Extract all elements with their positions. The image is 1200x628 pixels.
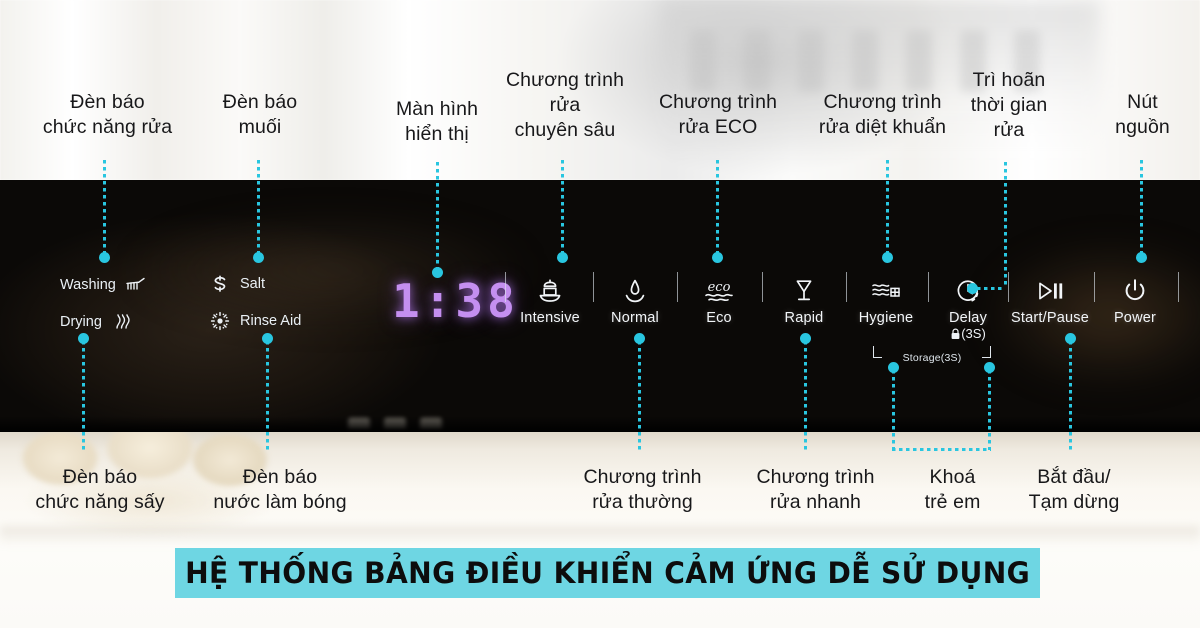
eco-waves-icon: eco bbox=[673, 272, 765, 306]
brush-icon bbox=[125, 275, 147, 295]
infographic-root: Washing Drying Salt Rinse Aid 1:38 Inten… bbox=[0, 0, 1200, 628]
leader-dot-hygiene bbox=[882, 252, 893, 263]
leader-dot-intensive bbox=[557, 252, 568, 263]
leader-delay-horizontal bbox=[977, 287, 1005, 290]
svg-text:eco: eco bbox=[708, 280, 731, 295]
storage-note: Storage(3S) bbox=[873, 346, 991, 364]
counter-background-bottom bbox=[0, 430, 1200, 628]
leader-childlock-right bbox=[988, 370, 991, 450]
callout-hygiene-program: Chương trình rửa diệt khuẩn bbox=[818, 91, 947, 138]
rinse-aid-star-icon bbox=[209, 311, 231, 331]
lock-icon bbox=[951, 328, 960, 339]
leader-display bbox=[436, 162, 439, 270]
leader-normal bbox=[638, 341, 641, 451]
callout-eco-program: Chương trình rửa ECO bbox=[658, 91, 778, 138]
leader-hygiene bbox=[886, 160, 889, 255]
storage-note-text: Storage(3S) bbox=[902, 352, 962, 364]
storage-bracket-left bbox=[873, 346, 882, 358]
pot-icon bbox=[504, 272, 596, 306]
leader-childlock-left bbox=[892, 370, 895, 450]
button-hygiene[interactable]: Hygiene bbox=[840, 272, 932, 326]
delay-sub-text: (3S) bbox=[961, 326, 986, 341]
callout-start-pause: Bắt đầu/ Tạm dừng bbox=[1028, 466, 1120, 513]
button-delay[interactable]: Delay (3S) bbox=[922, 272, 1014, 341]
button-delay-label: Delay bbox=[948, 310, 988, 326]
button-power[interactable]: Power bbox=[1089, 272, 1181, 326]
button-eco-label: Eco bbox=[706, 310, 732, 326]
button-rapid-label: Rapid bbox=[784, 310, 824, 326]
button-start-pause-label: Start/Pause bbox=[1011, 310, 1089, 326]
leader-dot-salt bbox=[253, 252, 264, 263]
salt-cycle-icon bbox=[209, 274, 231, 294]
indicator-washing-label: Washing bbox=[60, 277, 116, 293]
leader-delay-vertical bbox=[1004, 162, 1007, 288]
leader-salt bbox=[257, 160, 260, 255]
callout-rapid-program: Chương trình rửa nhanh bbox=[756, 466, 875, 513]
leader-dot-delay bbox=[967, 283, 978, 294]
leader-washing bbox=[103, 160, 106, 255]
button-hygiene-label: Hygiene bbox=[858, 310, 914, 326]
indicator-rinse-aid: Rinse Aid bbox=[209, 311, 301, 331]
callout-power-button: Nút nguồn bbox=[1115, 91, 1170, 138]
leader-power bbox=[1140, 160, 1143, 255]
leader-dot-power bbox=[1136, 252, 1147, 263]
callout-display-screen: Màn hình hiển thị bbox=[395, 98, 479, 145]
callout-normal-program: Chương trình rửa thường bbox=[583, 466, 702, 513]
indicator-salt-label: Salt bbox=[240, 276, 265, 292]
play-pause-icon bbox=[1004, 272, 1096, 306]
callout-drying-indicator: Đèn báo chức năng sấy bbox=[35, 466, 165, 513]
leader-dot-eco bbox=[712, 252, 723, 263]
time-display: 1:38 bbox=[392, 274, 519, 328]
droplet-bowl-icon bbox=[589, 272, 681, 306]
indicator-drying: Drying bbox=[60, 312, 133, 332]
leader-dot-washing bbox=[99, 252, 110, 263]
button-rapid[interactable]: Rapid bbox=[758, 272, 850, 326]
leader-drying bbox=[82, 341, 85, 451]
callout-intensive-program: Chương trình rửa chuyên sâu bbox=[505, 69, 625, 141]
callout-child-lock: Khoá trẻ em bbox=[924, 466, 981, 513]
leader-dot-display bbox=[432, 267, 443, 278]
bottom-banner: HỆ THỐNG BẢNG ĐIỀU KHIỂN CẢM ỨNG DỄ SỬ D… bbox=[175, 548, 1040, 598]
leader-rapid bbox=[804, 341, 807, 451]
heat-waves-icon bbox=[111, 312, 133, 332]
button-power-label: Power bbox=[1113, 310, 1157, 326]
leader-childlock-bridge bbox=[892, 448, 991, 451]
storage-bracket-right bbox=[982, 346, 991, 358]
callout-delay-program: Trì hoãn thời gian rửa bbox=[970, 69, 1048, 141]
waves-grid-icon bbox=[840, 272, 932, 306]
button-normal[interactable]: Normal bbox=[589, 272, 681, 326]
bottom-banner-text: HỆ THỐNG BẢNG ĐIỀU KHIỂN CẢM ỨNG DỄ SỬ D… bbox=[184, 556, 1031, 590]
leader-rinse-aid bbox=[266, 341, 269, 451]
power-icon bbox=[1089, 272, 1181, 306]
button-intensive[interactable]: Intensive bbox=[504, 272, 596, 326]
button-intensive-label: Intensive bbox=[520, 310, 580, 326]
button-start-pause[interactable]: Start/Pause bbox=[1004, 272, 1096, 326]
button-delay-sublabel: (3S) bbox=[922, 326, 1014, 341]
indicator-drying-label: Drying bbox=[60, 314, 102, 330]
callout-rinse-aid-indicator: Đèn báo nước làm bóng bbox=[213, 466, 347, 513]
leader-intensive bbox=[561, 160, 564, 255]
indicator-salt: Salt bbox=[209, 274, 265, 294]
leader-eco bbox=[716, 160, 719, 255]
indicator-washing: Washing bbox=[60, 275, 147, 295]
button-normal-label: Normal bbox=[611, 310, 659, 326]
glass-icon bbox=[758, 272, 850, 306]
callout-washing-indicator: Đèn báo chức năng rửa bbox=[42, 91, 173, 138]
callout-salt-indicator: Đèn báo muối bbox=[222, 91, 298, 138]
panel-bottom-edge bbox=[0, 416, 1200, 432]
indicator-rinse-aid-label: Rinse Aid bbox=[240, 313, 302, 329]
button-eco[interactable]: eco Eco bbox=[673, 272, 765, 326]
leader-start-pause bbox=[1069, 341, 1072, 451]
